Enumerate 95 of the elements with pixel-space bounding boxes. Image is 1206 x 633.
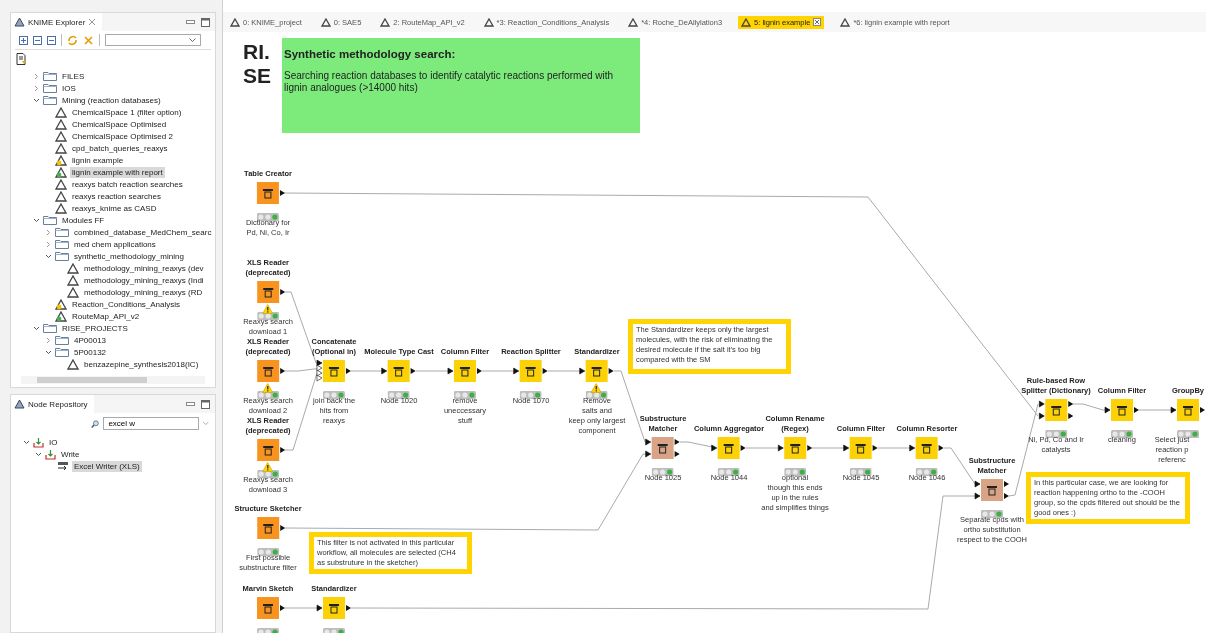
workflow-icon [840,17,851,27]
node-icon[interactable] [316,360,352,382]
node-icon[interactable] [645,437,681,459]
node-icon[interactable] [909,437,945,459]
node-icon[interactable] [316,597,352,619]
tree-item[interactable]: cpd_batch_queries_reaxys [70,142,170,154]
workflow-icon [628,17,639,27]
folder-icon [43,323,57,333]
annotation-text: Searching reaction databases to identify catalytic reactions performed with lignin analogues (>14000 hits) [284,70,615,94]
workflow-icon [55,142,67,154]
panel-tab[interactable]: KNIME Explorer [11,13,103,31]
node-icon[interactable] [513,360,549,382]
panel-tab[interactable]: Node Repository [11,395,94,413]
tree-item[interactable]: IOS [60,82,78,94]
folder-icon [43,215,57,225]
tree-item[interactable]: Excel Writer (XLS) [72,460,142,472]
node-icon[interactable] [1170,399,1206,421]
folder-icon [43,83,57,93]
tree-item[interactable]: FILES [60,70,87,82]
tree-item[interactable]: IO [47,436,60,448]
node-icon[interactable] [1104,399,1140,421]
folder-icon [43,95,57,105]
workflow-icon [55,118,67,130]
node-icon[interactable] [381,360,417,382]
tree-item[interactable]: ChemicalSpace Optimised 2 [70,130,175,142]
node-icon[interactable] [711,437,747,459]
workflow-icon [55,190,67,202]
workflow-icon [483,17,494,27]
tree-item[interactable]: Mining (reaction databases) [60,94,163,106]
plus-square-icon[interactable] [19,35,28,45]
caret-icon [189,38,196,42]
workflow-icon [67,274,79,286]
annotation-title: Synthetic methodology search: [284,48,457,60]
folder-icon [55,335,69,345]
tree-item[interactable]: methodology_mining_reaxys (RD [82,286,205,298]
workflow-icon [55,130,67,142]
tree-item[interactable]: reaxys reaction searches [70,190,163,202]
tree-item[interactable]: 5P00132 [72,346,109,358]
workflow-icon [741,17,752,27]
maximize-icon[interactable] [201,399,210,409]
logo: RI. SE [243,40,271,88]
tree-item[interactable]: Reaction_Conditions_Analysis [70,298,183,310]
tree-item[interactable]: combined_database_MedChem_searc [72,226,214,238]
close-icon[interactable] [88,18,97,26]
node-icon[interactable] [579,360,615,382]
xls-node-icon [57,461,69,471]
tree-item[interactable]: Write [59,448,82,460]
tree-item[interactable]: ChemicalSpace 1 (filter option) [70,106,184,118]
tree-item[interactable]: lignin example [70,154,126,166]
tree-item[interactable]: lignin example with report [70,166,165,178]
folder-icon [55,347,69,357]
maximize-icon[interactable] [201,17,210,27]
node-icon[interactable] [777,437,813,459]
workflow-icon [380,17,391,27]
search-field[interactable]: excel w [103,417,200,430]
folder-icon [43,71,57,81]
workflow-icon [67,286,79,298]
node-icon[interactable] [447,360,483,382]
workflow-icon [67,358,79,370]
horizontal-scrollbar[interactable] [21,376,205,384]
minus-square-icon[interactable] [47,35,56,45]
io-icon [45,448,56,460]
tree-item[interactable]: 4P00013 [72,334,109,346]
minimize-icon[interactable] [186,401,195,407]
workflow-icon [67,262,79,274]
document-icon[interactable] [16,53,27,65]
close-icon[interactable] [813,18,822,26]
tree-item[interactable]: RISE_PROJECTS [60,322,130,334]
tree-item[interactable]: reaxys batch reaction searches [70,178,185,190]
workflow-icon [320,17,331,27]
minus-square-icon[interactable] [33,35,42,45]
workflow-icon [55,202,67,214]
tree-item[interactable]: methodology_mining_reaxys (dev [82,262,206,274]
tree-item[interactable]: med chem applications [72,238,158,250]
tree-item[interactable]: synthetic_methodology_mining [72,250,186,262]
node-icon[interactable] [1038,399,1074,421]
workflow-icon [230,17,240,27]
tree-item[interactable]: benzazepine_synthesis2018(IC) [82,358,201,370]
search-icon[interactable] [91,417,100,430]
folder-icon [55,227,69,237]
io-icon [33,436,44,448]
tree-item[interactable]: RouteMap_API_v2 [70,310,142,322]
node-icon[interactable] [843,437,879,459]
tree-item[interactable]: Modules FF [60,214,107,226]
folder-icon [55,251,69,261]
workflow-icon [55,178,67,190]
workflow-icon [55,106,67,118]
tree-item[interactable]: reaxys_knime as CASD [70,202,159,214]
minimize-icon[interactable] [186,19,195,25]
node-icon[interactable] [974,479,1010,501]
repository-icon [14,399,25,409]
explorer-icon [14,17,25,27]
tree-item[interactable]: methodology_mining_reaxys (Indi [82,274,206,286]
folder-icon [55,239,69,249]
tree-item[interactable]: ChemicalSpace Optimised [70,118,169,130]
